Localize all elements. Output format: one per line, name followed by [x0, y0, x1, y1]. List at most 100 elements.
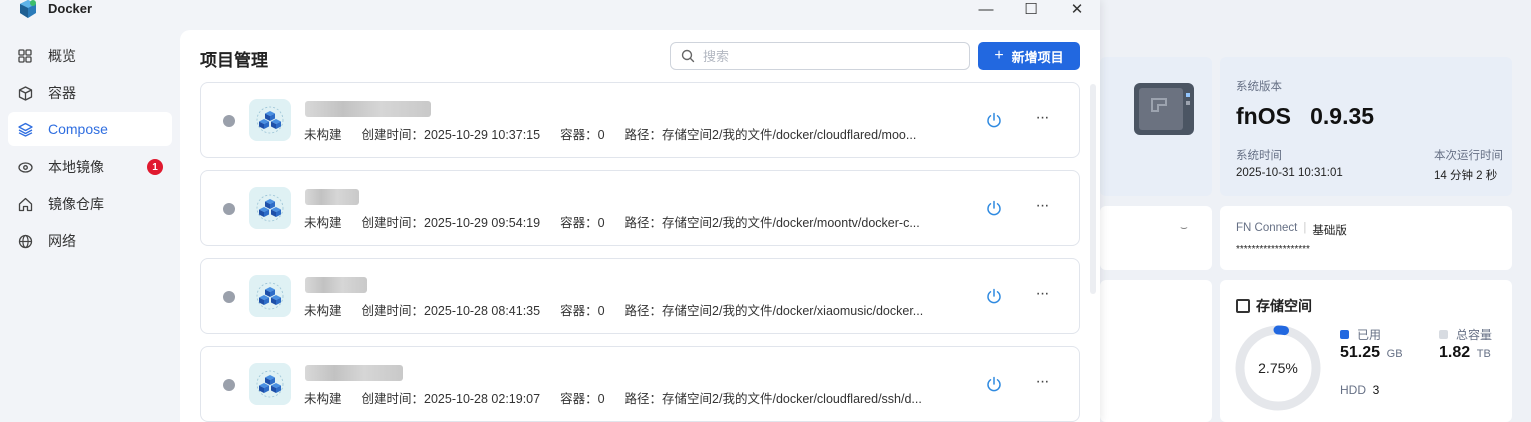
maximize-button[interactable]: ☐ — [1020, 0, 1042, 18]
container-count: 容器：0 — [560, 216, 605, 230]
used-value-row: 51.25 GB — [1340, 344, 1403, 362]
power-icon[interactable] — [985, 199, 1003, 217]
project-card[interactable]: 未构建 创建时间：2025-10-29 10:37:15 容器：0 路径：存储空… — [200, 82, 1080, 158]
build-status: 未构建 — [304, 128, 342, 142]
sidebar-item-compose[interactable]: Compose — [8, 112, 172, 146]
search-icon — [681, 49, 695, 63]
project-card[interactable]: 未构建 创建时间：2025-10-29 09:54:19 容器：0 路径：存储空… — [200, 170, 1080, 246]
build-status: 未构建 — [304, 216, 342, 230]
eye-closed-icon[interactable]: ⌣ — [1180, 220, 1188, 235]
used-legend: 已用 — [1340, 326, 1381, 343]
compose-project-icon — [249, 187, 291, 229]
project-name-redacted — [305, 365, 403, 381]
used-value: 51.25 — [1340, 344, 1381, 361]
minimize-button[interactable]: — — [975, 0, 997, 18]
search-box[interactable] — [670, 42, 970, 70]
storage-title-row: 存储空间 — [1236, 296, 1312, 316]
uptime: 14 分钟 2 秒 — [1434, 170, 1498, 182]
sidebar-item-local-images[interactable]: 本地镜像 1 — [8, 150, 172, 184]
container-count: 容器：0 — [560, 392, 605, 406]
project-path: 路径：存储空间2/我的文件/docker/moontv/docker-c... — [624, 216, 920, 230]
nas-device-card — [1100, 57, 1212, 196]
project-meta: 未构建 创建时间：2025-10-28 08:41:35 容器：0 路径：存储空… — [304, 300, 943, 319]
system-time: 2025-10-31 10:31:01 — [1236, 167, 1343, 179]
project-name-redacted — [305, 189, 359, 205]
project-name-redacted — [305, 277, 367, 293]
project-meta: 未构建 创建时间：2025-10-28 02:19:07 容器：0 路径：存储空… — [304, 388, 942, 407]
compose-project-icon — [249, 275, 291, 317]
project-name-redacted — [305, 101, 431, 117]
app-title: Docker — [48, 1, 93, 16]
notification-badge: 1 — [147, 159, 163, 175]
used-swatch — [1340, 330, 1349, 339]
system-version: fnOS 0.9.35 — [1236, 103, 1375, 129]
project-card[interactable]: 未构建 创建时间：2025-10-28 02:19:07 容器：0 路径：存储空… — [200, 346, 1080, 422]
project-card[interactable]: 未构建 创建时间：2025-10-28 08:41:35 容器：0 路径：存储空… — [200, 258, 1080, 334]
layers-icon — [16, 120, 34, 138]
created-time: 创建时间：2025-10-29 10:37:15 — [361, 128, 541, 142]
globe-icon — [16, 232, 34, 250]
compose-project-icon — [249, 363, 291, 405]
more-options-icon[interactable]: ··· — [1033, 285, 1051, 305]
project-path: 路径：存储空间2/我的文件/docker/cloudflared/ssh/d..… — [624, 392, 922, 406]
total-label: 总容量 — [1456, 328, 1493, 342]
docker-logo-icon — [20, 0, 36, 18]
main-panel: 项目管理 + 新增项目 未 — [180, 30, 1100, 422]
blank-card — [1100, 280, 1212, 422]
disk-row: HDD 3 — [1340, 382, 1379, 397]
sidebar-item-label: Compose — [48, 121, 108, 137]
power-icon[interactable] — [985, 287, 1003, 305]
total-value-row: 1.82 TB — [1439, 344, 1491, 362]
grid-icon — [16, 47, 34, 65]
status-dot — [223, 203, 235, 215]
more-options-icon[interactable]: ··· — [1033, 109, 1051, 129]
status-dot — [223, 291, 235, 303]
total-legend: 总容量 — [1439, 326, 1492, 343]
sidebar-item-registry[interactable]: 镜像仓库 — [8, 187, 172, 221]
close-button[interactable]: ✕ — [1066, 0, 1088, 18]
created-time: 创建时间：2025-10-28 02:19:07 — [361, 392, 541, 406]
created-time: 创建时间：2025-10-29 09:54:19 — [361, 216, 541, 230]
storage-gauge: 2.75% — [1235, 325, 1321, 411]
storage-title: 存储空间 — [1256, 298, 1312, 314]
docker-window: Docker — ☐ ✕ 概览 容器 Compose 本地镜像 1 镜像仓库 网… — [0, 0, 1100, 422]
project-meta: 未构建 创建时间：2025-10-29 10:37:15 容器：0 路径：存储空… — [304, 124, 936, 143]
sidebar-item-network[interactable]: 网络 — [8, 224, 172, 258]
more-options-icon[interactable]: ··· — [1033, 373, 1051, 393]
build-status: 未构建 — [304, 392, 342, 406]
total-swatch — [1439, 330, 1448, 339]
project-path: 路径：存储空间2/我的文件/docker/cloudflared/moo... — [624, 128, 917, 142]
nas-device-icon — [1134, 83, 1194, 135]
storage-percent: 2.75% — [1258, 360, 1298, 376]
title-bar[interactable]: Docker — ☐ ✕ — [0, 0, 1100, 28]
compose-project-icon — [249, 99, 291, 141]
sidebar-item-label: 概览 — [48, 48, 76, 64]
sidebar-item-label: 网络 — [48, 233, 76, 249]
home-icon — [16, 195, 34, 213]
status-dot — [223, 115, 235, 127]
sidebar-item-label: 镜像仓库 — [48, 196, 104, 212]
system-version-label: 系统版本 — [1236, 81, 1282, 93]
network-card: ⌣ — [1100, 206, 1212, 270]
sidebar-item-containers[interactable]: 容器 — [8, 76, 172, 110]
system-info-card: 系统版本 fnOS 0.9.35 系统时间 2025-10-31 10:31:0… — [1220, 57, 1512, 196]
fn-connect-masked: ******************* — [1236, 244, 1310, 255]
search-input[interactable] — [703, 48, 943, 64]
uptime-label: 本次运行时间 — [1434, 150, 1503, 162]
page-title: 项目管理 — [200, 51, 268, 70]
sidebar-item-label: 容器 — [48, 85, 76, 101]
sidebar-item-overview[interactable]: 概览 — [8, 39, 172, 73]
scrollbar[interactable] — [1090, 84, 1096, 294]
separator: | — [1303, 222, 1307, 234]
power-icon[interactable] — [985, 111, 1003, 129]
used-unit: GB — [1386, 348, 1403, 360]
sidebar-item-label: 本地镜像 — [48, 159, 104, 175]
container-count: 容器：0 — [560, 304, 605, 318]
fn-connect-label: FN Connect — [1236, 222, 1298, 234]
fn-connect-plan: 基础版 — [1312, 225, 1347, 237]
project-meta: 未构建 创建时间：2025-10-29 09:54:19 容器：0 路径：存储空… — [304, 212, 940, 231]
build-status: 未构建 — [304, 304, 342, 318]
power-icon[interactable] — [985, 375, 1003, 393]
add-project-button[interactable]: + 新增项目 — [978, 42, 1080, 70]
more-options-icon[interactable]: ··· — [1033, 197, 1051, 217]
